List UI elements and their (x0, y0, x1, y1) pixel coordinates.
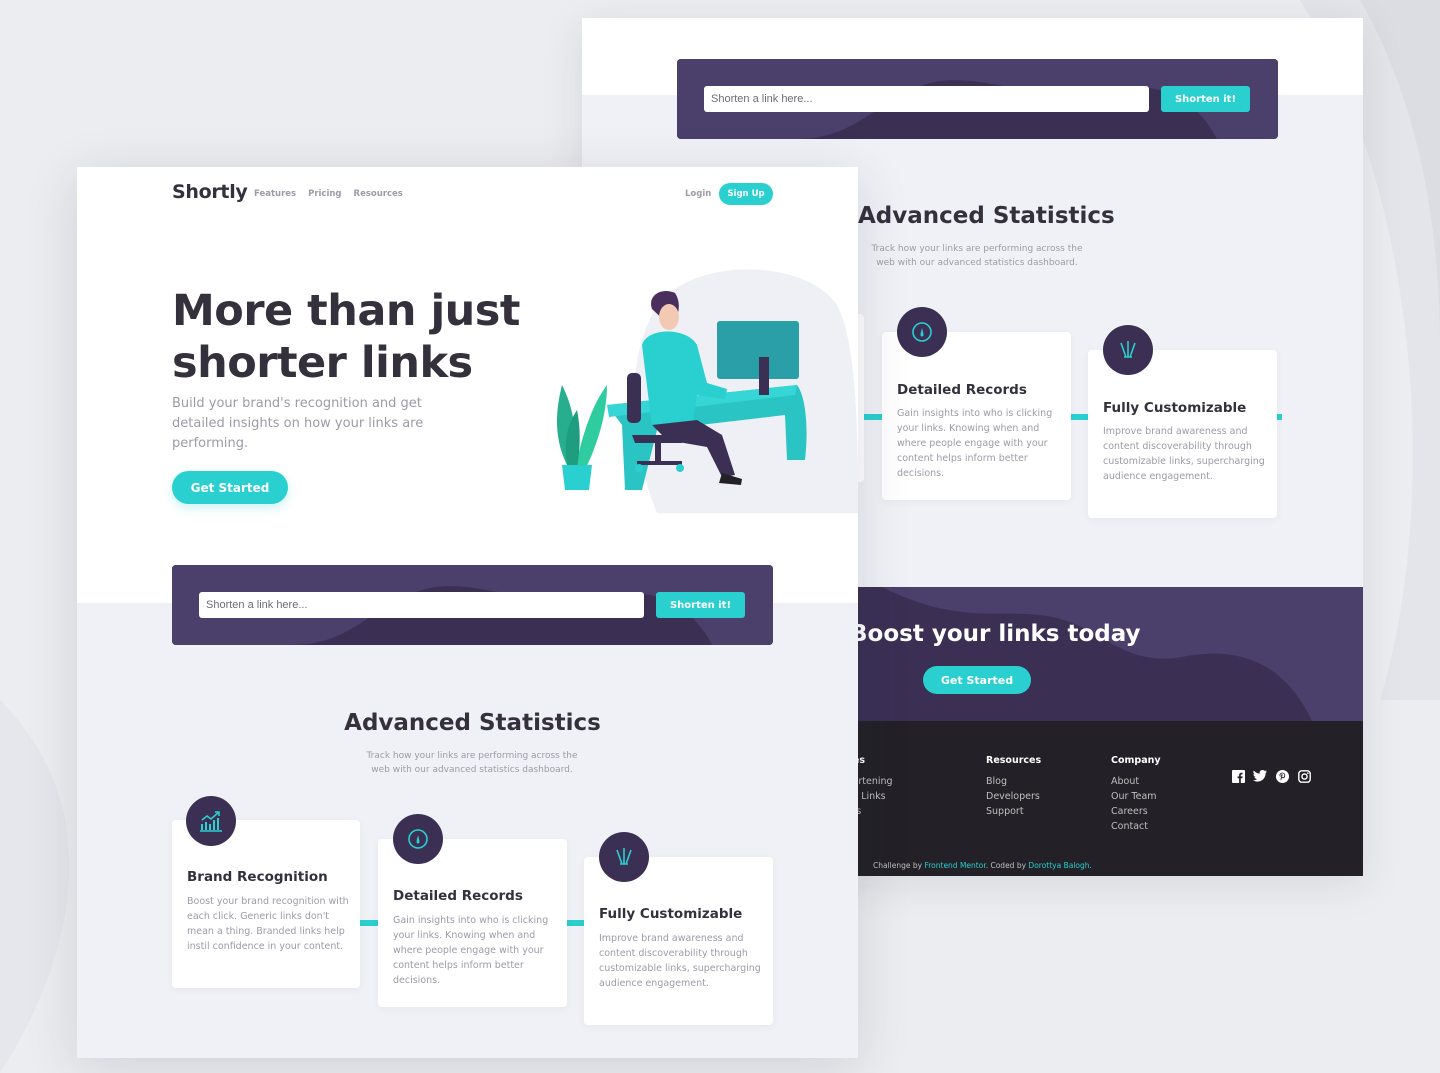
signup-button[interactable]: Sign Up (719, 183, 773, 205)
credit-link-frontend-mentor[interactable]: Frontend Mentor (924, 861, 985, 870)
logo[interactable]: Shortly (172, 181, 248, 203)
hero-title-line: More than just (172, 286, 520, 336)
card-text: Boost your brand recognition with each c… (187, 896, 349, 952)
footer-col-title: Features (858, 755, 866, 766)
card-text: Gain insights into who is clicking your … (393, 915, 549, 986)
speedometer-icon (393, 814, 443, 864)
feature-card-custom: Fully Customizable Improve brand awarene… (1088, 325, 1277, 518)
shortener-panel: Shorten a link here... Shorten it! (172, 565, 773, 645)
footer-link[interactable]: Careers (1111, 804, 1161, 819)
instagram-icon[interactable] (1297, 769, 1311, 783)
footer-col-title: Resources (986, 755, 1042, 766)
footer-link[interactable]: About (1111, 774, 1161, 789)
nav-item-resources[interactable]: Resources (354, 189, 403, 199)
footer-columns: Features Link Shortening Branded Links A… (858, 721, 1363, 876)
stats-subtitle: Track how your links are performing acro… (366, 751, 578, 775)
footer-link[interactable]: Support (986, 804, 1041, 819)
card-title: Fully Customizable (1103, 400, 1247, 416)
stats-title: Advanced Statistics (858, 203, 1115, 229)
speedometer-icon (897, 307, 947, 357)
card-text: Gain insights into who is clicking your … (897, 408, 1053, 479)
stats-title: Advanced Statistics (344, 710, 601, 736)
card-title: Fully Customizable (599, 906, 743, 922)
boost-title: Boost your links today (850, 621, 1141, 647)
social-links (1231, 769, 1311, 783)
front-screenshot: Shortly Features Pricing Resources Login… (77, 167, 858, 1058)
card-title: Detailed Records (897, 382, 1027, 398)
footer-link[interactable]: Contact (1111, 819, 1161, 834)
link-input[interactable]: Shorten a link here... (704, 86, 1149, 112)
shortener-panel: Shorten a link here... Shorten it! (677, 59, 1278, 139)
footer-link[interactable]: Developers (986, 789, 1041, 804)
working-illustration (557, 269, 858, 513)
hero-title: More than just shorter links (172, 285, 520, 389)
boost-get-started-button[interactable]: Get Started (923, 666, 1031, 694)
nav-item-features[interactable]: Features (254, 189, 296, 199)
credit-link-author[interactable]: Dorottya Balogh (1028, 861, 1089, 870)
footer-credit: Challenge by Frontend Mentor. Coded by D… (873, 861, 1092, 870)
nav-item-pricing[interactable]: Pricing (308, 189, 341, 199)
feature-card-records: Detailed Records Gain insights into who … (882, 307, 1071, 500)
shorten-button[interactable]: Shorten it! (656, 592, 745, 618)
footer-link[interactable]: Our Team (1111, 789, 1161, 804)
feature-card-custom: Fully Customizable Improve brand awarene… (584, 832, 773, 1025)
hero-title-line: shorter links (172, 338, 473, 388)
footer-link[interactable]: Link Shortening (858, 774, 893, 789)
stats-subtitle: Track how your links are performing acro… (871, 244, 1083, 268)
feature-card-brand: Brand Recognition Boost your brand recog… (172, 796, 360, 988)
footer-col-resources: Resources Blog Developers Support (986, 755, 1041, 819)
pinterest-icon[interactable] (1275, 769, 1289, 783)
footer-link[interactable]: Blog (986, 774, 1041, 789)
footer-link[interactable]: Analytics (858, 804, 893, 819)
credit-text: . (1089, 861, 1092, 870)
chart-icon (186, 796, 236, 846)
main-nav: Features Pricing Resources (254, 189, 403, 199)
facebook-icon[interactable] (1231, 769, 1245, 783)
link-input[interactable]: Shorten a link here... (199, 592, 644, 618)
footer-col-company: Company About Our Team Careers Contact (1111, 755, 1161, 834)
hero-subtitle: Build your brand's recognition and get d… (172, 396, 424, 451)
hero-get-started-button[interactable]: Get Started (172, 471, 288, 504)
pens-icon (599, 832, 649, 882)
footer-link[interactable]: Branded Links (858, 789, 893, 804)
card-title: Brand Recognition (187, 869, 328, 885)
card-text: Improve brand awareness and content disc… (1103, 426, 1265, 482)
card-title: Detailed Records (393, 888, 523, 904)
credit-text: . Coded by (985, 861, 1029, 870)
credit-text: Challenge by (873, 861, 925, 870)
pens-icon (1103, 325, 1153, 375)
footer-col-title: Company (1111, 755, 1161, 766)
login-link[interactable]: Login (685, 189, 711, 199)
shorten-button[interactable]: Shorten it! (1161, 86, 1250, 112)
footer-col-features: Features Link Shortening Branded Links A… (858, 755, 893, 819)
card-text: Improve brand awareness and content disc… (599, 933, 761, 989)
feature-card-records: Detailed Records Gain insights into who … (378, 814, 567, 1007)
twitter-icon[interactable] (1253, 769, 1267, 783)
